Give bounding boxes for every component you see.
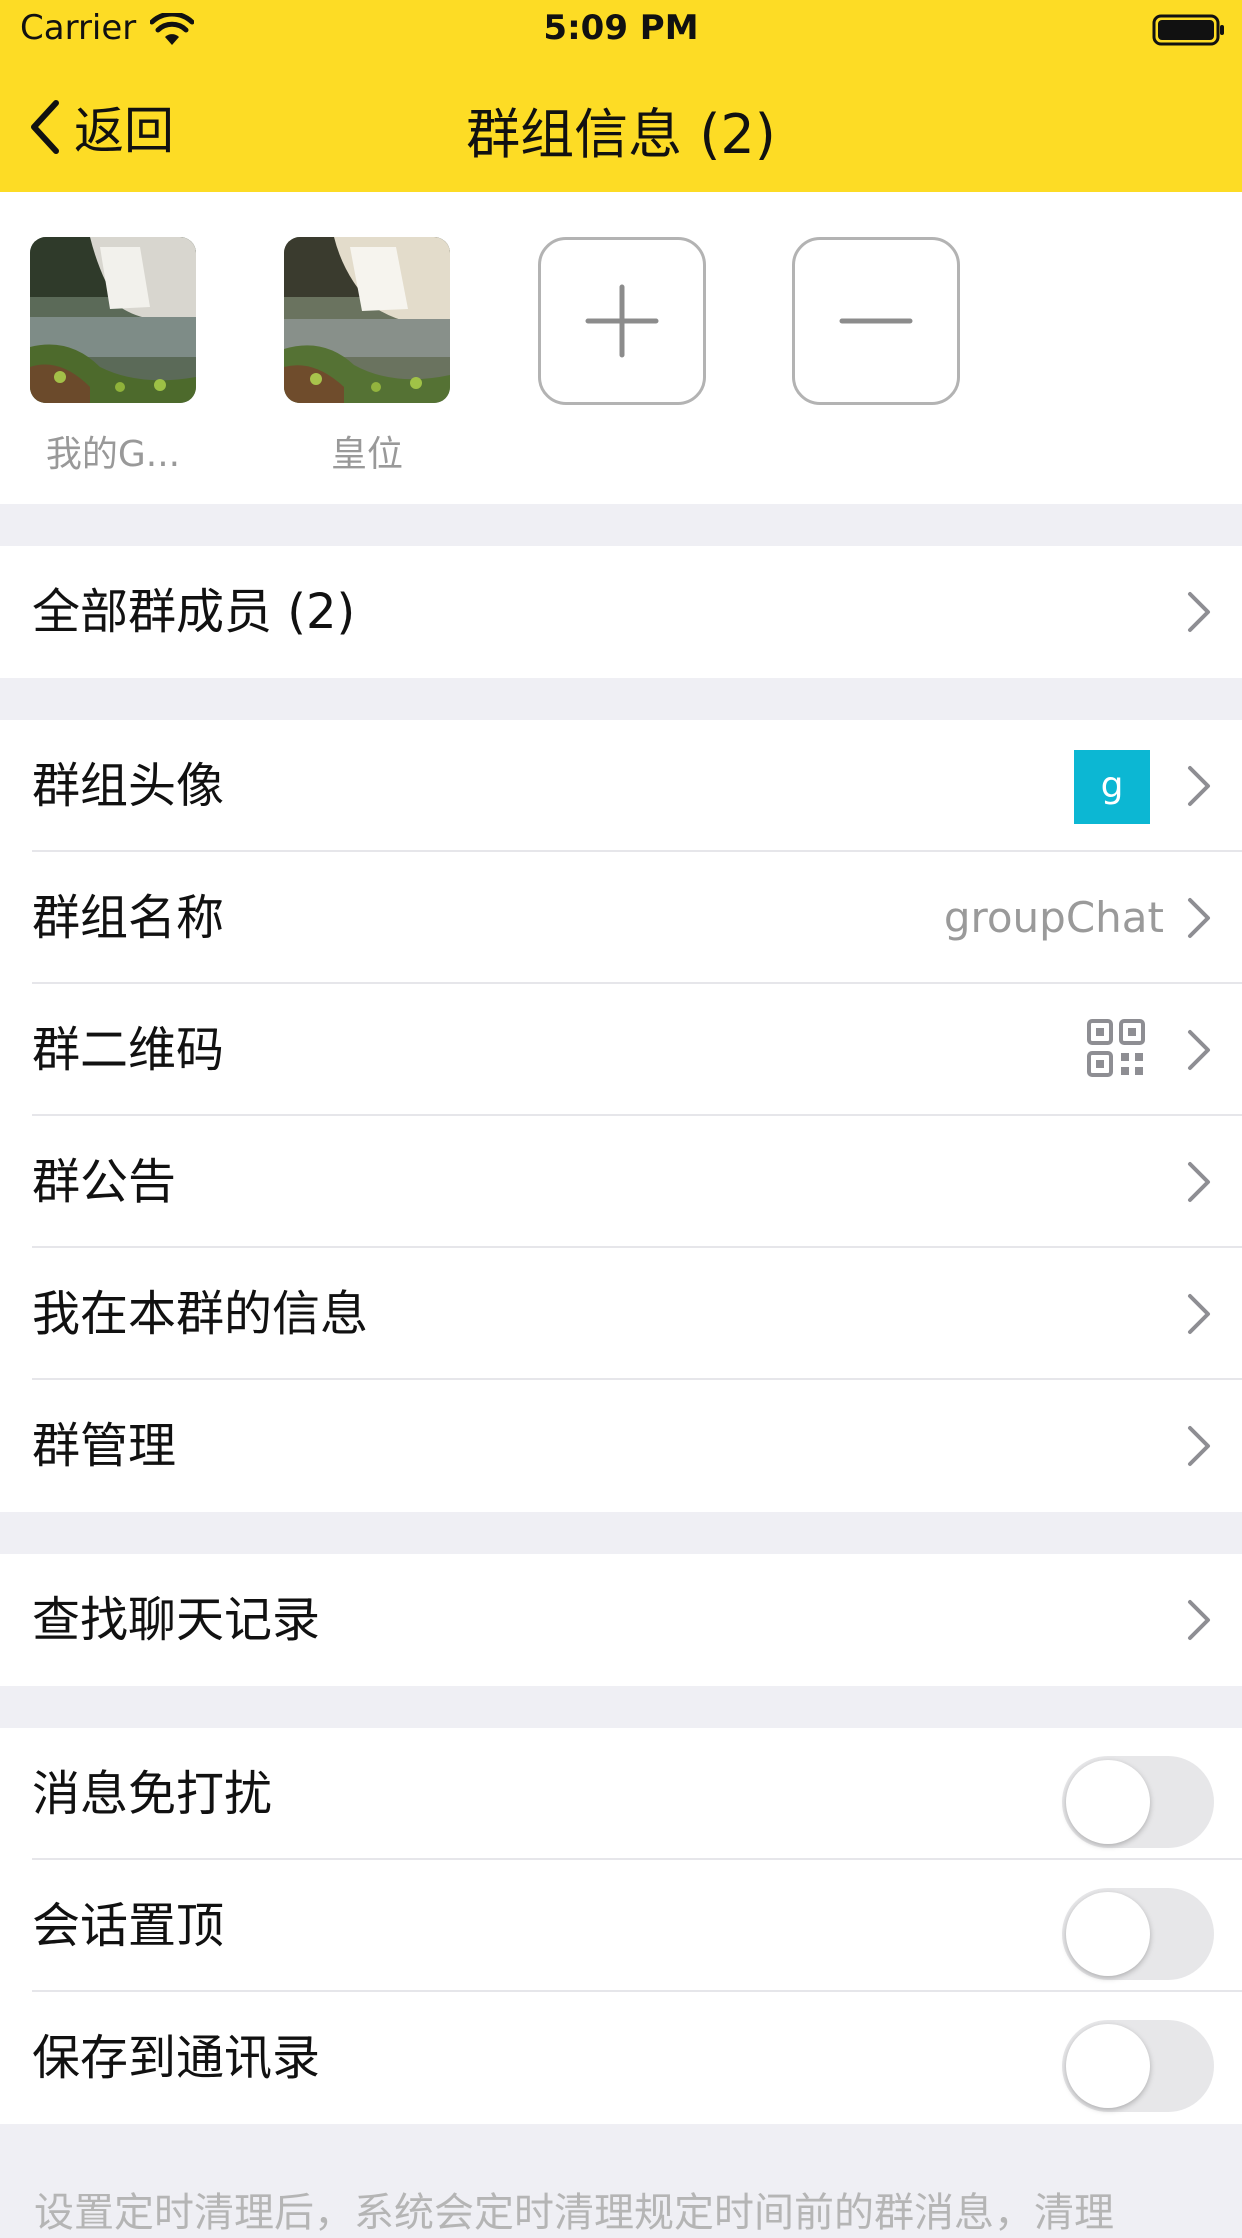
status-time: 5:09 PM — [543, 8, 699, 48]
group-avatar-label: 群组头像 — [32, 758, 225, 814]
remove-member-button[interactable] — [792, 237, 960, 405]
member-item[interactable]: 我的G... — [30, 237, 196, 477]
group-notice-row[interactable]: 群公告 — [0, 1116, 1242, 1248]
plus-icon — [585, 284, 659, 358]
search-chat-history-label: 查找聊天记录 — [32, 1592, 321, 1648]
member-name: 皇位 — [330, 434, 403, 475]
search-section: 查找聊天记录 — [0, 1554, 1242, 1686]
group-qr-label: 群二维码 — [32, 1022, 225, 1078]
pin-chat-label: 会话置顶 — [32, 1898, 225, 1954]
status-bar: Carrier 5:09 PM — [0, 0, 1242, 60]
qr-code-icon — [1087, 1019, 1145, 1077]
chevron-right-icon — [1188, 766, 1210, 806]
toggle-knob — [1066, 2024, 1150, 2108]
save-to-contacts-label: 保存到通讯录 — [32, 2030, 321, 2086]
chevron-right-icon — [1188, 1030, 1210, 1070]
auto-clear-note: 设置定时清理后，系统会定时清理规定时间前的群消息，清理 — [34, 2190, 1114, 2236]
battery-icon — [1152, 14, 1224, 46]
member-item[interactable]: 皇位 — [284, 237, 450, 477]
all-members-section: 全部群成员 (2) — [0, 546, 1242, 678]
search-chat-history-row[interactable]: 查找聊天记录 — [0, 1554, 1242, 1686]
chevron-right-icon — [1188, 1600, 1210, 1640]
mute-notifications-row: 消息免打扰 — [0, 1728, 1242, 1860]
save-to-contacts-toggle[interactable] — [1062, 2020, 1214, 2112]
all-members-label: 全部群成员 (2) — [32, 584, 356, 640]
chevron-right-icon — [1188, 1162, 1210, 1202]
navigation-header: Carrier 5:09 PM 返回 群组信息 (2) — [0, 0, 1242, 192]
chevron-right-icon — [1188, 1294, 1210, 1334]
pin-chat-row: 会话置顶 — [0, 1860, 1242, 1992]
toggle-knob — [1066, 1760, 1150, 1844]
all-members-row[interactable]: 全部群成员 (2) — [0, 546, 1242, 678]
group-name-row[interactable]: 群组名称 groupChat — [0, 852, 1242, 984]
group-name-value: groupChat — [943, 893, 1164, 942]
toggle-knob — [1066, 1892, 1150, 1976]
group-manage-row[interactable]: 群管理 — [0, 1380, 1242, 1512]
chevron-right-icon — [1188, 1426, 1210, 1466]
page-title: 群组信息 (2) — [466, 103, 776, 166]
group-manage-label: 群管理 — [32, 1418, 177, 1474]
save-to-contacts-row: 保存到通讯录 — [0, 1992, 1242, 2124]
chevron-right-icon — [1188, 592, 1210, 632]
add-member-button[interactable] — [538, 237, 706, 405]
mute-notifications-label: 消息免打扰 — [32, 1766, 273, 1822]
members-grid: 我的G... 皇位 — [0, 192, 1242, 504]
minus-icon — [839, 318, 913, 324]
group-settings-section: 群组头像 g 群组名称 groupChat 群二维码 群公告 我在本群的信息 群… — [0, 720, 1242, 1512]
mute-notifications-toggle[interactable] — [1062, 1756, 1214, 1848]
my-group-info-label: 我在本群的信息 — [32, 1286, 369, 1342]
toggles-section: 消息免打扰 会话置顶 保存到通讯录 — [0, 1728, 1242, 2124]
chevron-right-icon — [1188, 898, 1210, 938]
group-avatar-row[interactable]: 群组头像 g — [0, 720, 1242, 852]
avatar — [30, 237, 196, 403]
group-name-label: 群组名称 — [32, 890, 225, 946]
pin-chat-toggle[interactable] — [1062, 1888, 1214, 1980]
group-notice-label: 群公告 — [32, 1154, 177, 1210]
member-name: 我的G... — [45, 434, 181, 475]
my-group-info-row[interactable]: 我在本群的信息 — [0, 1248, 1242, 1380]
group-qr-row[interactable]: 群二维码 — [0, 984, 1242, 1116]
avatar — [284, 237, 450, 403]
group-avatar: g — [1074, 750, 1150, 824]
